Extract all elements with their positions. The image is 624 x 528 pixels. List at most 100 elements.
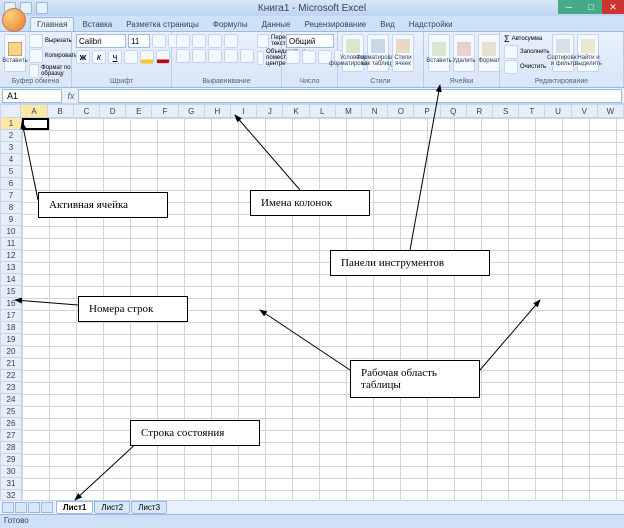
row-header[interactable]: 20: [0, 346, 22, 358]
column-header[interactable]: O: [388, 104, 414, 118]
column-header[interactable]: M: [336, 104, 362, 118]
column-header[interactable]: R: [467, 104, 493, 118]
align-middle-icon[interactable]: [192, 34, 206, 48]
row-header[interactable]: 17: [0, 310, 22, 322]
fill-button[interactable]: Заполнить: [504, 45, 549, 59]
column-header[interactable]: B: [48, 104, 74, 118]
clear-button[interactable]: Очистить: [504, 60, 549, 74]
row-header[interactable]: 24: [0, 394, 22, 406]
column-header[interactable]: L: [310, 104, 336, 118]
tab-addins[interactable]: Надстройки: [403, 18, 459, 31]
column-header[interactable]: D: [100, 104, 126, 118]
indent-dec-icon[interactable]: [224, 49, 238, 63]
percent-icon[interactable]: [302, 50, 316, 64]
align-bottom-icon[interactable]: [208, 34, 222, 48]
row-header[interactable]: 22: [0, 370, 22, 382]
tab-review[interactable]: Рецензирование: [298, 18, 372, 31]
currency-icon[interactable]: [286, 50, 300, 64]
paste-button[interactable]: Вставить: [4, 34, 26, 72]
column-header[interactable]: P: [414, 104, 440, 118]
delete-cells-button[interactable]: Удалить: [453, 34, 475, 72]
insert-cells-button[interactable]: Вставить: [428, 34, 450, 72]
autosum-button[interactable]: ΣАвтосумма: [504, 34, 549, 44]
minimize-button[interactable]: ─: [558, 0, 580, 14]
align-center-icon[interactable]: [192, 49, 206, 63]
font-size-combo[interactable]: 11: [128, 34, 150, 48]
bold-button[interactable]: ж: [76, 50, 90, 64]
row-header[interactable]: 12: [0, 250, 22, 262]
row-header[interactable]: 11: [0, 238, 22, 250]
column-header[interactable]: N: [362, 104, 388, 118]
column-header[interactable]: U: [545, 104, 571, 118]
row-header[interactable]: 2: [0, 130, 22, 142]
column-header[interactable]: I: [231, 104, 257, 118]
border-icon[interactable]: [124, 50, 138, 64]
column-header[interactable]: Q: [441, 104, 467, 118]
align-top-icon[interactable]: [176, 34, 190, 48]
qa-redo-icon[interactable]: [36, 2, 48, 14]
format-cells-button[interactable]: Формат: [478, 34, 500, 72]
format-as-table-button[interactable]: Форматировать как таблицу: [367, 34, 389, 72]
column-header[interactable]: T: [519, 104, 545, 118]
find-select-button[interactable]: Найти и выделить: [577, 34, 599, 72]
row-header[interactable]: 25: [0, 406, 22, 418]
row-header[interactable]: 5: [0, 166, 22, 178]
indent-inc-icon[interactable]: [240, 49, 254, 63]
copy-button[interactable]: Копировать: [29, 49, 77, 63]
column-header[interactable]: W: [598, 104, 624, 118]
column-header[interactable]: A: [21, 104, 47, 118]
tab-home[interactable]: Главная: [30, 17, 74, 31]
italic-button[interactable]: к: [92, 50, 106, 64]
tab-view[interactable]: Вид: [374, 18, 400, 31]
column-header[interactable]: C: [74, 104, 100, 118]
column-header[interactable]: F: [152, 104, 178, 118]
sheet-nav-prev-icon[interactable]: [15, 502, 27, 513]
row-header[interactable]: 10: [0, 226, 22, 238]
sort-filter-button[interactable]: Сортировка и фильтр: [552, 34, 574, 72]
font-family-combo[interactable]: Calibri: [76, 34, 126, 48]
row-header[interactable]: 18: [0, 322, 22, 334]
row-header[interactable]: 26: [0, 418, 22, 430]
row-header[interactable]: 19: [0, 334, 22, 346]
column-header[interactable]: K: [283, 104, 309, 118]
align-right-icon[interactable]: [208, 49, 222, 63]
tab-insert[interactable]: Вставка: [76, 18, 118, 31]
align-left-icon[interactable]: [176, 49, 190, 63]
number-format-combo[interactable]: Общий: [286, 34, 334, 48]
row-header[interactable]: 7: [0, 190, 22, 202]
row-header[interactable]: 15: [0, 286, 22, 298]
sheet-tab-3[interactable]: Лист3: [131, 501, 167, 514]
row-header[interactable]: 31: [0, 478, 22, 490]
row-header[interactable]: 21: [0, 358, 22, 370]
column-header[interactable]: S: [493, 104, 519, 118]
tab-page-layout[interactable]: Разметка страницы: [120, 18, 205, 31]
active-cell[interactable]: [22, 118, 49, 130]
sheet-nav-next-icon[interactable]: [28, 502, 40, 513]
row-header[interactable]: 30: [0, 466, 22, 478]
row-header[interactable]: 3: [0, 142, 22, 154]
row-header[interactable]: 14: [0, 274, 22, 286]
column-header[interactable]: J: [257, 104, 283, 118]
maximize-button[interactable]: □: [580, 0, 602, 14]
row-header[interactable]: 23: [0, 382, 22, 394]
cell-styles-button[interactable]: Стили ячеек: [392, 34, 414, 72]
tab-formulas[interactable]: Формулы: [207, 18, 254, 31]
sheet-nav-last-icon[interactable]: [41, 502, 53, 513]
row-header[interactable]: 29: [0, 454, 22, 466]
fx-icon[interactable]: fx: [64, 91, 78, 101]
formula-input[interactable]: [78, 89, 622, 103]
font-color-icon[interactable]: [156, 50, 170, 64]
row-header[interactable]: 1: [0, 118, 22, 130]
sheet-tab-1[interactable]: Лист1: [56, 501, 93, 514]
row-header[interactable]: 13: [0, 262, 22, 274]
select-all-button[interactable]: [0, 104, 21, 118]
row-header[interactable]: 28: [0, 442, 22, 454]
underline-button[interactable]: ч: [108, 50, 122, 64]
row-header[interactable]: 6: [0, 178, 22, 190]
column-header[interactable]: H: [205, 104, 231, 118]
close-button[interactable]: ✕: [602, 0, 624, 14]
row-header[interactable]: 9: [0, 214, 22, 226]
column-header[interactable]: G: [179, 104, 205, 118]
column-header[interactable]: E: [126, 104, 152, 118]
name-box[interactable]: A1: [2, 89, 62, 103]
